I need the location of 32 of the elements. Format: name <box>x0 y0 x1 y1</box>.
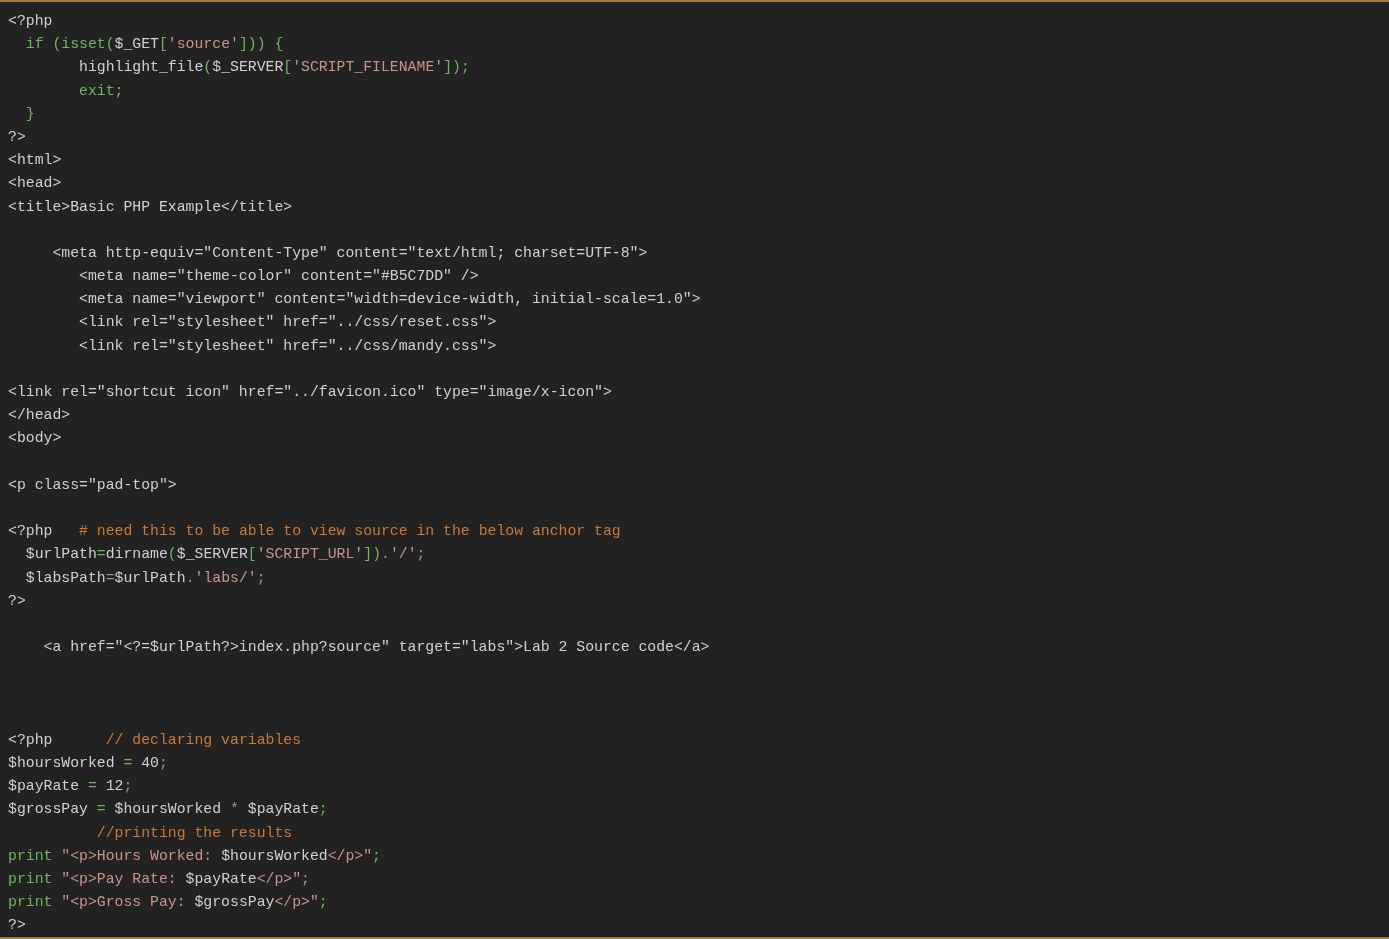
code-line: $payRate = 12; <box>8 778 133 795</box>
code-line: <title>Basic PHP Example</title> <box>8 198 293 215</box>
code-line: <?php <box>8 13 53 29</box>
code-line: exit; <box>78 82 124 99</box>
code-line: <body> <box>8 430 62 447</box>
code-line: print "<p>Gross Pay: $grossPay</p>"; <box>8 894 328 911</box>
code-line: if (isset($_GET['source'])) { <box>24 36 284 53</box>
code-line: ?> <box>8 592 26 609</box>
code-line: highlight_file($_SERVER['SCRIPT_FILENAME']); <box>78 59 470 76</box>
code-line: <head> <box>8 175 62 192</box>
code-line: <a href="<?=$urlPath?>index.php?source" target="labs">Lab 2 Source code</a> <box>42 639 710 656</box>
code-line: ?> <box>8 128 26 145</box>
code-line: //printing the results <box>95 824 293 841</box>
code-line: <html> <box>8 152 62 169</box>
code-line: $labsPath=$urlPath.'labs/'; <box>24 569 266 586</box>
code-line: <meta name="theme-color" content="#B5C7DD" /> <box>78 268 479 285</box>
code-line: <link rel="shortcut icon" href="../favicon.ico" type="image/x-icon"> <box>8 384 612 400</box>
code-line: <p class="pad-top"> <box>8 476 177 493</box>
code-line: <link rel="stylesheet" href="../css/reset.css"> <box>78 314 497 331</box>
code-line: <meta name="viewport" content="width=device-width, initial-scale=1.0"> <box>78 291 701 308</box>
code-line: $urlPath=dirname($_SERVER['SCRIPT_URL']).'/'; <box>24 546 426 563</box>
code-line: </head> <box>8 407 71 424</box>
code-line: <link rel="stylesheet" href="../css/mandy.css"> <box>78 337 497 354</box>
code-line: $grossPay = $hoursWorked * $payRate; <box>8 801 328 818</box>
code-line: <?php // declaring variables <box>8 731 302 748</box>
code-line: print "<p>Hours Worked: $hoursWorked</p>"; <box>8 847 381 864</box>
code-line: ?> <box>8 917 26 934</box>
code-line: $hoursWorked = 40; <box>8 755 168 771</box>
code-line: <meta http-equiv="Content-Type" content="text/html; charset=UTF-8"> <box>51 244 648 261</box>
code-line: <?php # need this to be able to view source in the below anchor tag <box>8 523 621 540</box>
code-line: print "<p>Pay Rate: $payRate</p>"; <box>8 870 310 887</box>
code-line: } <box>24 105 35 122</box>
